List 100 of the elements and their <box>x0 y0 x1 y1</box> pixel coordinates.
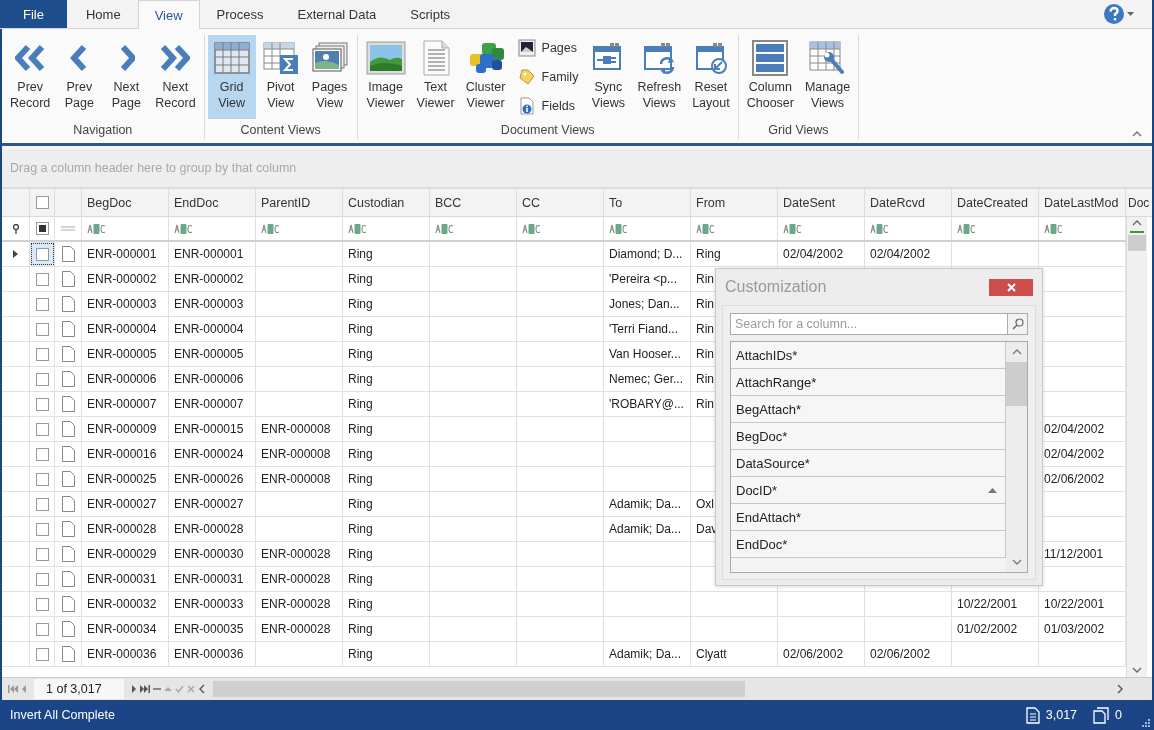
ribbon-button[interactable]: Pivot View <box>256 35 305 119</box>
minus-icon[interactable] <box>152 685 161 693</box>
ribbon-button[interactable]: Next Page <box>103 35 150 119</box>
checkbox[interactable] <box>35 447 49 461</box>
scroll-left-icon[interactable] <box>197 684 206 694</box>
last-record-icon[interactable] <box>139 685 150 693</box>
checkbox[interactable] <box>35 272 49 286</box>
checkbox[interactable] <box>35 347 49 361</box>
first-record-icon[interactable] <box>8 685 18 693</box>
close-button[interactable] <box>989 278 1033 296</box>
text-filter-icon[interactable] <box>348 223 367 234</box>
checkbox[interactable] <box>35 547 49 561</box>
ribbon-button[interactable]: Text Viewer <box>411 35 460 119</box>
scrollbar-thumb[interactable] <box>1128 235 1146 251</box>
ribbon-tab[interactable]: View <box>137 0 200 29</box>
checkbox[interactable] <box>35 422 49 436</box>
text-filter-icon[interactable] <box>609 223 628 234</box>
column-header[interactable]: DateRcvd <box>865 189 952 216</box>
document-icon[interactable] <box>61 371 75 387</box>
column-list-item[interactable]: EndDoc* <box>731 531 1006 558</box>
text-filter-icon[interactable] <box>261 223 280 234</box>
document-icon[interactable] <box>61 546 75 562</box>
column-list-item[interactable]: AttachIDs* <box>731 342 1006 369</box>
text-filter-icon[interactable] <box>1044 223 1063 234</box>
column-header[interactable]: To <box>604 189 691 216</box>
column-header[interactable]: From <box>691 189 778 216</box>
document-icon[interactable] <box>61 646 75 662</box>
checkbox[interactable] <box>35 322 49 336</box>
document-icon[interactable] <box>61 271 75 287</box>
document-icon[interactable] <box>61 421 75 437</box>
search-icon[interactable] <box>1011 318 1024 330</box>
document-icon[interactable] <box>61 521 75 537</box>
checkbox[interactable] <box>35 196 49 209</box>
checkbox[interactable] <box>35 222 49 235</box>
text-filter-icon[interactable] <box>957 223 976 234</box>
ribbon-button[interactable]: Column Chooser <box>741 35 799 119</box>
ribbon-button[interactable]: Cluster Viewer <box>460 35 511 119</box>
document-icon[interactable] <box>61 471 75 487</box>
text-filter-icon[interactable] <box>696 223 715 234</box>
checkbox[interactable] <box>35 472 49 486</box>
next-record-icon[interactable] <box>130 685 137 693</box>
document-icon[interactable] <box>61 446 75 462</box>
checkbox[interactable] <box>35 597 49 611</box>
column-list-item[interactable]: EndAttach* <box>731 504 1006 531</box>
checkbox[interactable] <box>35 522 49 536</box>
column-header[interactable]: Doc <box>1126 189 1152 216</box>
resize-grip-icon[interactable] <box>1142 719 1150 727</box>
column-list-item[interactable]: BegAttach* <box>731 396 1006 423</box>
ribbon-tab[interactable]: Process <box>199 0 281 28</box>
document-icon[interactable] <box>61 571 75 587</box>
check-icon[interactable] <box>174 685 184 693</box>
column-header[interactable]: DateSent <box>778 189 865 216</box>
document-icon[interactable] <box>61 621 75 637</box>
text-filter-icon[interactable] <box>783 223 802 234</box>
ribbon-tab[interactable]: External Data <box>280 0 394 28</box>
ribbon-button[interactable]: Image Viewer <box>360 35 411 119</box>
ribbon-button[interactable]: Refresh Views <box>632 35 687 119</box>
text-filter-icon[interactable] <box>87 223 106 234</box>
column-header[interactable]: EndDoc <box>169 189 256 216</box>
column-header[interactable]: Custodian <box>343 189 430 216</box>
column-header[interactable]: DateLastMod <box>1039 189 1126 216</box>
column-header[interactable]: ParentID <box>256 189 343 216</box>
ribbon-button[interactable]: Pages <box>517 35 579 60</box>
column-list-item[interactable]: AttachRange* <box>731 369 1006 396</box>
ribbon-button[interactable]: Prev Page <box>56 35 103 119</box>
column-header[interactable]: DateCreated <box>952 189 1039 216</box>
ribbon-tab[interactable]: Home <box>68 0 138 28</box>
ribbon-button[interactable]: Manage Views <box>799 35 856 119</box>
column-header[interactable]: BCC <box>430 189 517 216</box>
ribbon-button[interactable]: Next Record <box>150 35 201 119</box>
checkbox[interactable] <box>35 647 49 661</box>
text-filter-icon[interactable] <box>870 223 889 234</box>
document-icon[interactable] <box>61 346 75 362</box>
ribbon-tab[interactable]: Scripts <box>393 0 468 28</box>
text-filter-icon[interactable] <box>435 223 454 234</box>
ribbon-button[interactable]: Reset Layout <box>687 35 735 119</box>
checkbox[interactable] <box>35 497 49 511</box>
caret-icon[interactable] <box>1127 12 1134 16</box>
help-icon[interactable] <box>1103 3 1125 25</box>
column-list-item[interactable]: BegDoc* <box>731 423 1006 450</box>
document-icon[interactable] <box>61 321 75 337</box>
document-icon[interactable] <box>61 246 75 262</box>
ribbon-button[interactable]: Sync Views <box>585 35 632 119</box>
document-icon[interactable] <box>61 396 75 412</box>
ribbon-button[interactable]: Prev Record <box>5 35 56 119</box>
column-header[interactable]: BegDoc <box>82 189 169 216</box>
collapse-ribbon-icon[interactable] <box>1132 131 1142 137</box>
checkbox[interactable] <box>35 297 49 311</box>
ribbon-button[interactable]: Family <box>517 64 579 89</box>
up-triangle-icon[interactable] <box>163 685 172 693</box>
text-filter-icon[interactable] <box>174 223 193 234</box>
document-icon[interactable] <box>61 296 75 312</box>
column-list-item[interactable]: DocID* <box>731 477 1006 504</box>
checkbox[interactable] <box>35 372 49 386</box>
document-icon[interactable] <box>61 496 75 512</box>
column-header[interactable]: CC <box>517 189 604 216</box>
search-field[interactable]: Search for a column... <box>730 313 1008 335</box>
ribbon-button[interactable]: Grid View <box>207 35 256 119</box>
ribbon-button[interactable]: Pages View <box>305 35 354 119</box>
previous-record-icon[interactable] <box>21 685 27 693</box>
